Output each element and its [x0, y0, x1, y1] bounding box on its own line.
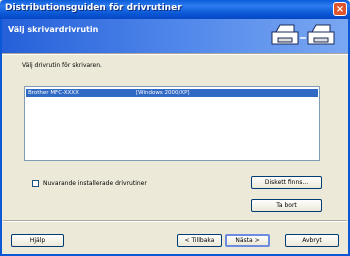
- driver-name: Brother MFC-XXXX: [28, 90, 79, 96]
- checkbox-label: Nuvarande installerade drivrutiner: [43, 180, 147, 187]
- installed-drivers-checkbox[interactable]: [32, 180, 39, 187]
- wizard-header: Välj skrivardrivrutin: [2, 19, 348, 53]
- help-button[interactable]: Hjälp: [11, 234, 64, 247]
- driver-list[interactable]: Brother MFC-XXXX [Windows 2000/XP]: [24, 86, 320, 161]
- close-button[interactable]: ×: [333, 2, 347, 16]
- instruction-text: Välj drivrutin för skrivaren.: [22, 62, 102, 69]
- header-separator: [2, 53, 348, 55]
- remove-button[interactable]: Ta bort: [251, 199, 322, 212]
- cancel-button[interactable]: Avbryt: [285, 234, 339, 247]
- have-disk-button[interactable]: Diskett finns...: [251, 176, 322, 189]
- footer-separator: [3, 220, 347, 222]
- header-title: Välj skrivardrivrutin: [8, 25, 99, 34]
- printer-icon: [270, 22, 340, 52]
- list-item[interactable]: Brother MFC-XXXX [Windows 2000/XP]: [26, 89, 318, 97]
- window-title: Distributionsguiden för drivrutiner: [5, 3, 182, 13]
- title-bar[interactable]: Distributionsguiden för drivrutiner ×: [0, 0, 350, 19]
- back-button[interactable]: < Tillbaka: [177, 234, 222, 247]
- driver-os: [Windows 2000/XP]: [136, 90, 190, 96]
- next-button[interactable]: Nästa >: [225, 234, 270, 247]
